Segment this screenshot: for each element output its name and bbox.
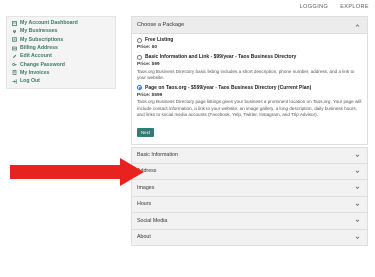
dashboard-icon bbox=[11, 20, 18, 26]
section-address[interactable]: Address bbox=[131, 163, 368, 181]
sidebar-item-change-password[interactable]: Change Password bbox=[11, 60, 111, 68]
logout-icon bbox=[11, 79, 18, 84]
invoice-icon bbox=[11, 70, 18, 76]
main-content: Choose a Package Free Listing Price: $0 … bbox=[131, 16, 368, 277]
option-title: Page on Taos.org - $599/year - Taos Busi… bbox=[145, 84, 312, 91]
billing-icon bbox=[11, 46, 18, 51]
map-pin-icon bbox=[11, 29, 18, 34]
sidebar-item-logout[interactable]: Log Out bbox=[11, 77, 111, 85]
section-images[interactable]: Images bbox=[131, 180, 368, 197]
chevron-down-icon bbox=[354, 201, 360, 207]
sidebar-item-label: Billing Address bbox=[20, 45, 58, 52]
option-description: Taos.org Business Directory basic listin… bbox=[137, 68, 355, 80]
sidebar-item-dashboard[interactable]: My Account Dashboard bbox=[11, 19, 111, 27]
section-social-media[interactable]: Social Media bbox=[131, 213, 368, 230]
chevron-down-icon bbox=[354, 218, 360, 224]
package-option-free[interactable]: Free Listing Price: $0 bbox=[137, 36, 362, 50]
package-options: Free Listing Price: $0 Basic Information… bbox=[132, 34, 367, 144]
radio-basic-listing[interactable] bbox=[137, 54, 142, 60]
sidebar-item-label: Log Out bbox=[20, 78, 40, 85]
section-hours[interactable]: Hours bbox=[131, 196, 368, 214]
sidebar-item-label: My Account Dashboard bbox=[20, 20, 78, 27]
radio-free-listing[interactable] bbox=[137, 37, 142, 43]
account-sidebar: My Account Dashboard My Businesses My Su… bbox=[6, 16, 116, 90]
key-icon bbox=[11, 62, 18, 67]
option-title: Basic Information and Link - $99/year - … bbox=[145, 54, 297, 60]
chevron-down-icon bbox=[354, 168, 360, 174]
red-arrow-annotation bbox=[10, 158, 144, 186]
choose-package-panel: Choose a Package Free Listing Price: $0 … bbox=[131, 16, 368, 146]
panel-title: Choose a Package bbox=[137, 22, 185, 28]
explore-link[interactable]: EXPLORE bbox=[340, 4, 369, 10]
section-title: About bbox=[137, 234, 151, 241]
sidebar-item-businesses[interactable]: My Businesses bbox=[11, 27, 111, 35]
section-title: Social Media bbox=[137, 217, 168, 224]
option-description: Taos.org Business Directory page listing… bbox=[137, 99, 362, 117]
logging-link[interactable]: LOGGING bbox=[300, 4, 328, 10]
sidebar-item-label: My Subscriptions bbox=[20, 36, 64, 43]
sidebar-item-label: Edit Account bbox=[20, 53, 52, 60]
subscription-icon bbox=[11, 37, 18, 42]
edit-icon bbox=[11, 54, 18, 59]
option-price: Price: $599 bbox=[137, 92, 163, 98]
chevron-down-icon bbox=[354, 234, 360, 240]
option-price: Price: $0 bbox=[137, 45, 158, 50]
sidebar-item-label: My Businesses bbox=[20, 28, 58, 35]
option-title: Free Listing bbox=[145, 37, 174, 43]
section-basic-information[interactable]: Basic Information bbox=[131, 147, 368, 164]
option-price: Price: $99 bbox=[137, 62, 160, 67]
section-about[interactable]: About bbox=[131, 229, 368, 247]
chevron-down-icon bbox=[354, 152, 360, 158]
sidebar-item-label: My Invoices bbox=[20, 69, 50, 76]
sidebar-item-invoices[interactable]: My Invoices bbox=[11, 69, 111, 77]
sidebar-item-subscriptions[interactable]: My Subscriptions bbox=[11, 36, 111, 44]
sidebar-item-label: Change Password bbox=[20, 61, 65, 68]
chevron-down-icon bbox=[354, 185, 360, 191]
top-nav: LOGGING EXPLORE bbox=[300, 4, 369, 10]
sidebar-item-edit-account[interactable]: Edit Account bbox=[11, 52, 111, 60]
package-option-basic[interactable]: Basic Information and Link - $99/year - … bbox=[137, 53, 362, 81]
radio-page-listing[interactable] bbox=[137, 85, 142, 91]
package-option-page[interactable]: Page on Taos.org - $599/year - Taos Busi… bbox=[137, 84, 362, 118]
next-button[interactable]: Next bbox=[137, 128, 155, 138]
chevron-up-icon[interactable] bbox=[354, 22, 360, 28]
sidebar-item-billing[interactable]: Billing Address bbox=[11, 44, 111, 52]
section-title: Hours bbox=[137, 201, 152, 208]
choose-package-header[interactable]: Choose a Package bbox=[132, 17, 367, 34]
